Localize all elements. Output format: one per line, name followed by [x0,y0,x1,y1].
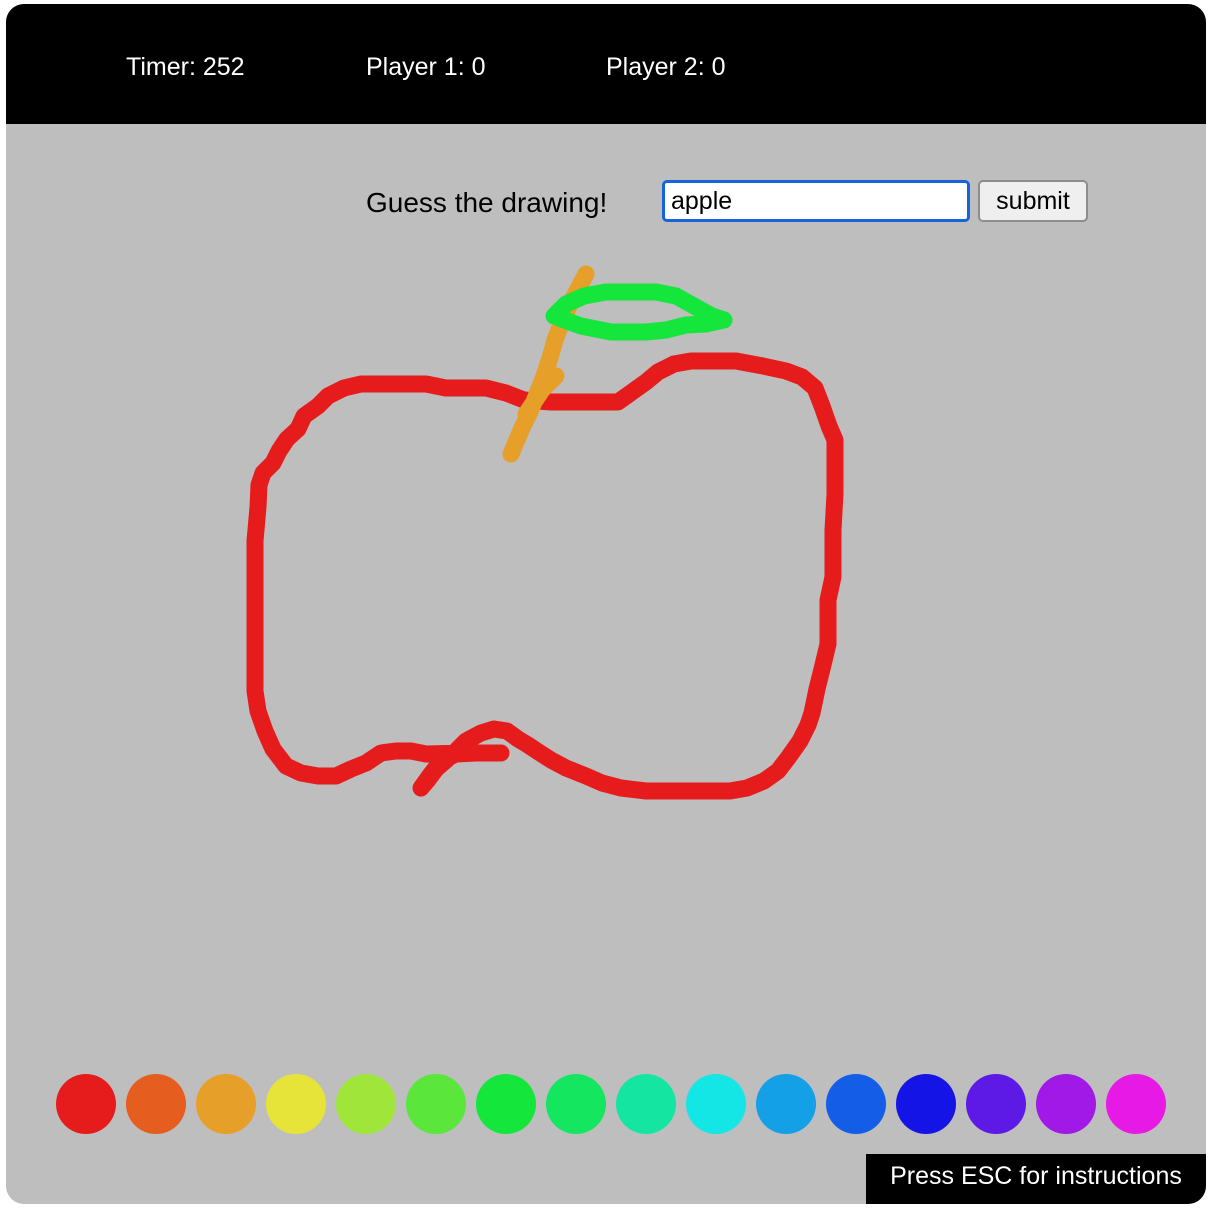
color-swatch-10[interactable] [686,1074,746,1134]
leaf-stroke [545,283,733,341]
color-swatch-1[interactable] [56,1074,116,1134]
color-swatch-9[interactable] [616,1074,676,1134]
color-swatch-11[interactable] [756,1074,816,1134]
drawing-canvas[interactable] [6,124,1206,1054]
game-window: Timer: 252 Player 1: 0 Player 2: 0 Guess… [6,4,1206,1204]
color-swatch-2[interactable] [126,1074,186,1134]
player2-score: Player 2: 0 [606,53,726,81]
apple-body-stroke [246,352,844,800]
color-swatch-16[interactable] [1106,1074,1166,1134]
color-swatch-5[interactable] [336,1074,396,1134]
timer-label: Timer: 252 [126,53,245,81]
color-swatch-6[interactable] [406,1074,466,1134]
color-swatch-3[interactable] [196,1074,256,1134]
color-swatch-4[interactable] [266,1074,326,1134]
color-swatch-13[interactable] [896,1074,956,1134]
color-swatch-15[interactable] [1036,1074,1096,1134]
color-swatch-7[interactable] [476,1074,536,1134]
color-swatch-14[interactable] [966,1074,1026,1134]
color-swatch-12[interactable] [826,1074,886,1134]
color-swatch-8[interactable] [546,1074,606,1134]
player1-score: Player 1: 0 [366,53,486,81]
instructions-hint: Press ESC for instructions [866,1154,1206,1204]
score-bar: Timer: 252 Player 1: 0 Player 2: 0 [6,4,1206,124]
color-palette [56,1074,1168,1134]
